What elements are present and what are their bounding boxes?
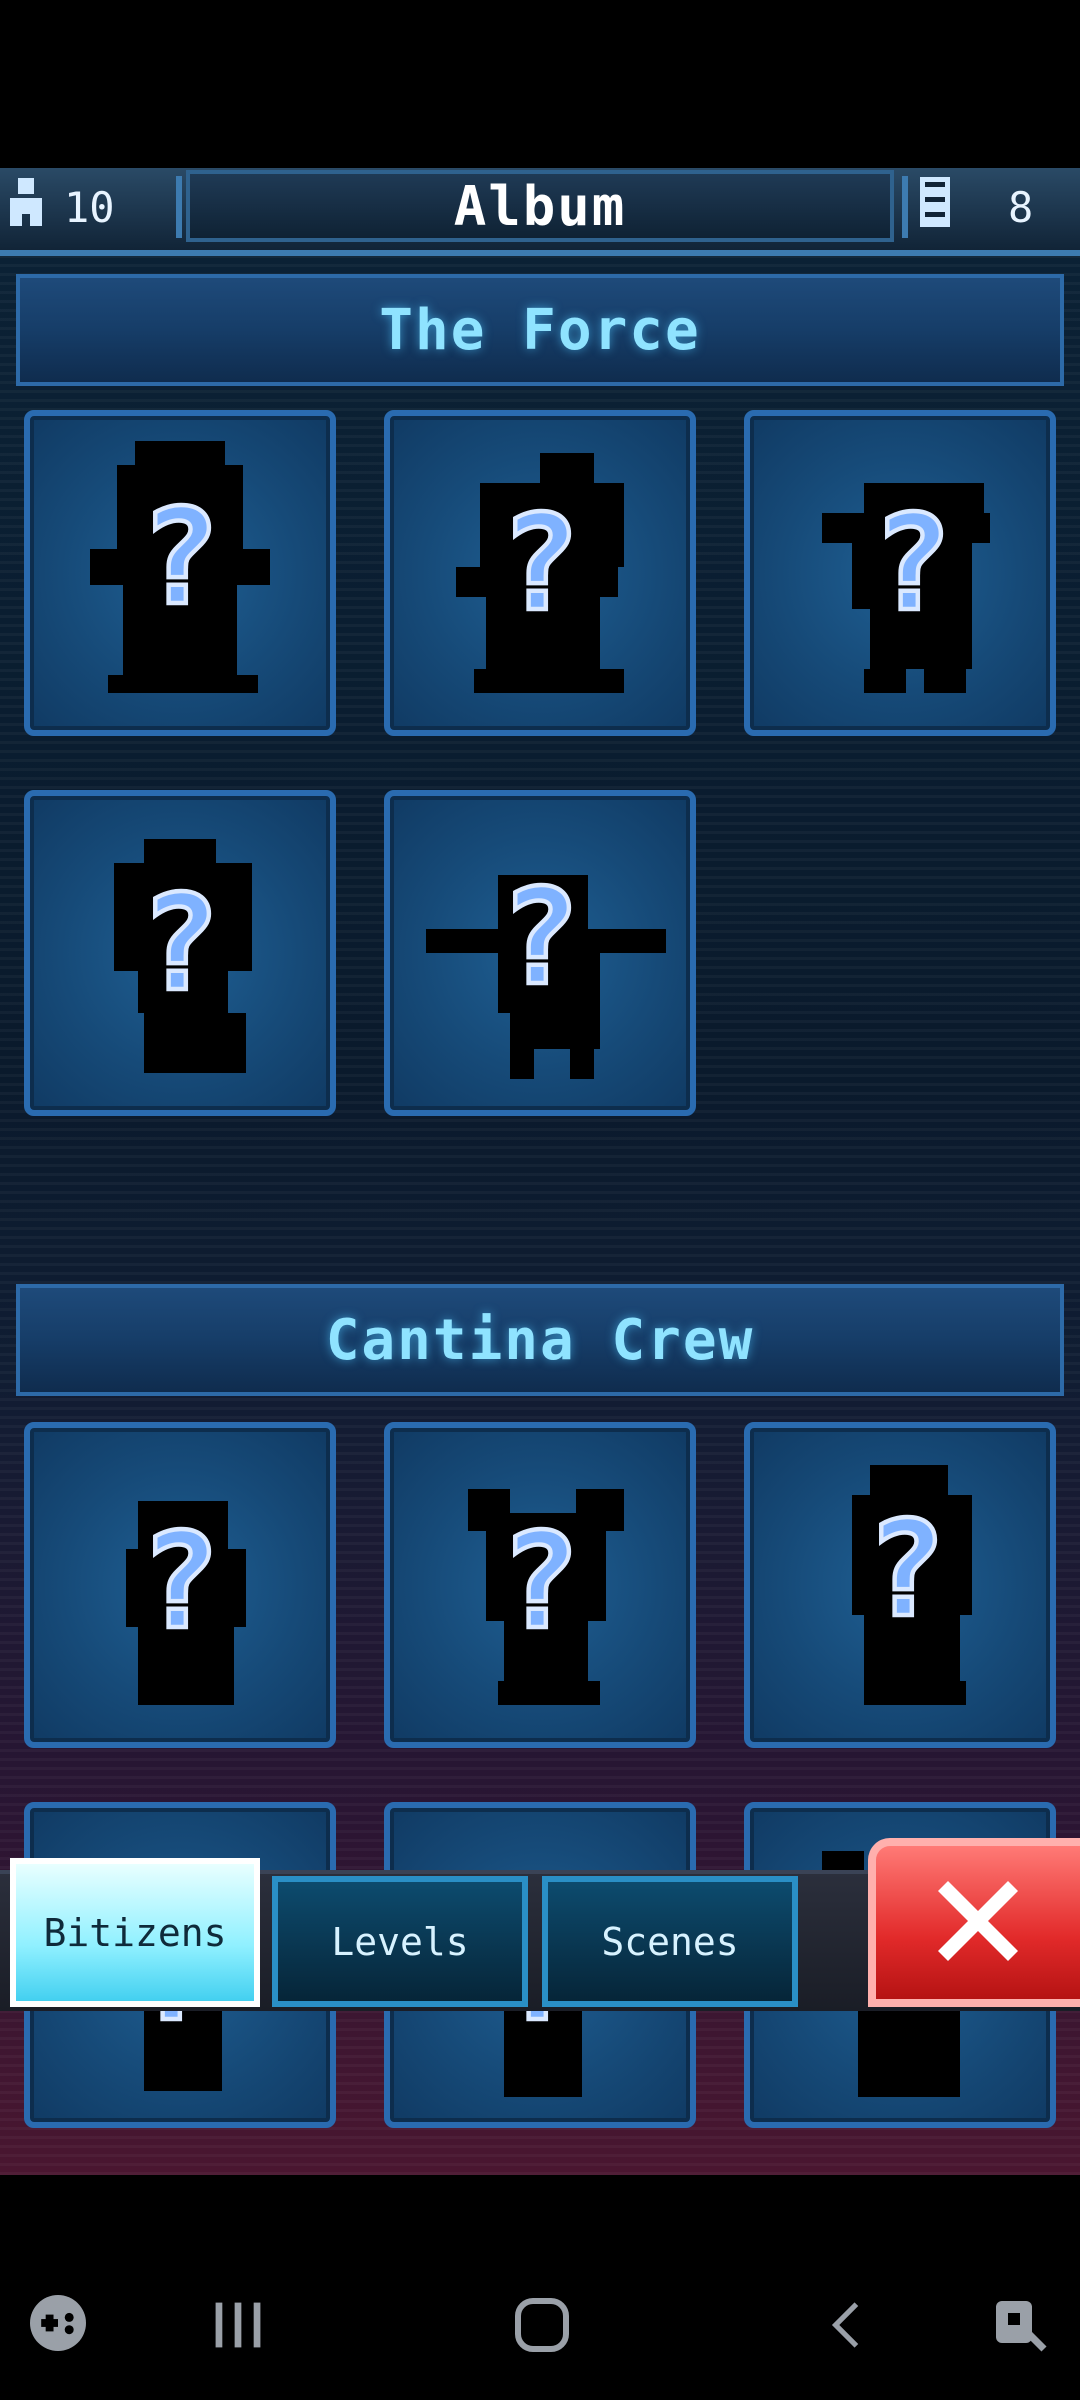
silhouette-icon: ? [426,859,666,1079]
tab-scenes[interactable]: Scenes [542,1876,798,2007]
home-icon[interactable] [512,2295,572,2359]
svg-text:?: ? [140,1505,219,1659]
svg-text:?: ? [500,1505,579,1659]
bitizen-card[interactable]: ? [384,410,696,736]
section-header-cantina-crew: Cantina Crew [16,1284,1064,1396]
system-nav-bar [0,2175,1080,2400]
silhouette-icon: ? [852,1465,972,1705]
population-value: 10 [64,182,115,232]
bitizen-card[interactable]: ? [744,1422,1056,1748]
top-bar: 10 Album 8 [0,168,1080,256]
silhouette-icon: ? [456,453,624,693]
tab-bitizens[interactable]: Bitizens [10,1858,260,2007]
svg-text:?: ? [140,481,219,635]
svg-text:?: ? [866,1493,945,1647]
back-icon[interactable] [820,2297,872,2357]
svg-text:?: ? [500,861,579,1015]
silhouette-icon: ? [822,483,990,693]
section-header-the-force: The Force [16,274,1064,386]
screen-lock-icon[interactable] [990,2293,1050,2361]
recent-apps-icon[interactable] [210,2297,266,2357]
svg-text:?: ? [872,487,951,641]
close-icon [928,1871,1028,1975]
tab-levels[interactable]: Levels [272,1876,528,2007]
bitizen-card[interactable]: ? [744,410,1056,736]
floors-value: 8 [1008,182,1034,232]
game-launcher-icon[interactable] [30,2295,86,2355]
silhouette-icon: ? [114,839,252,1073]
game-screen: 10 Album 8 The Force ? ? ? ? ? Cantina C… [0,168,1080,2175]
close-button[interactable] [868,1838,1080,2007]
building-icon [920,177,950,237]
svg-text:?: ? [500,487,579,641]
svg-text:?: ? [140,867,219,1021]
bitizen-card[interactable]: ? [24,410,336,736]
silhouette-icon: ? [126,1501,246,1705]
page-title: Album [186,170,894,242]
silhouette-icon: ? [90,441,270,693]
bitizen-card[interactable]: ? [24,1422,336,1748]
person-icon [6,178,46,236]
silhouette-icon: ? [468,1489,624,1705]
floors-counter: 8 [902,176,1080,238]
bitizen-card[interactable]: ? [384,790,696,1116]
bitizen-card[interactable]: ? [24,790,336,1116]
population-counter: 10 [6,176,182,238]
bitizen-card[interactable]: ? [384,1422,696,1748]
